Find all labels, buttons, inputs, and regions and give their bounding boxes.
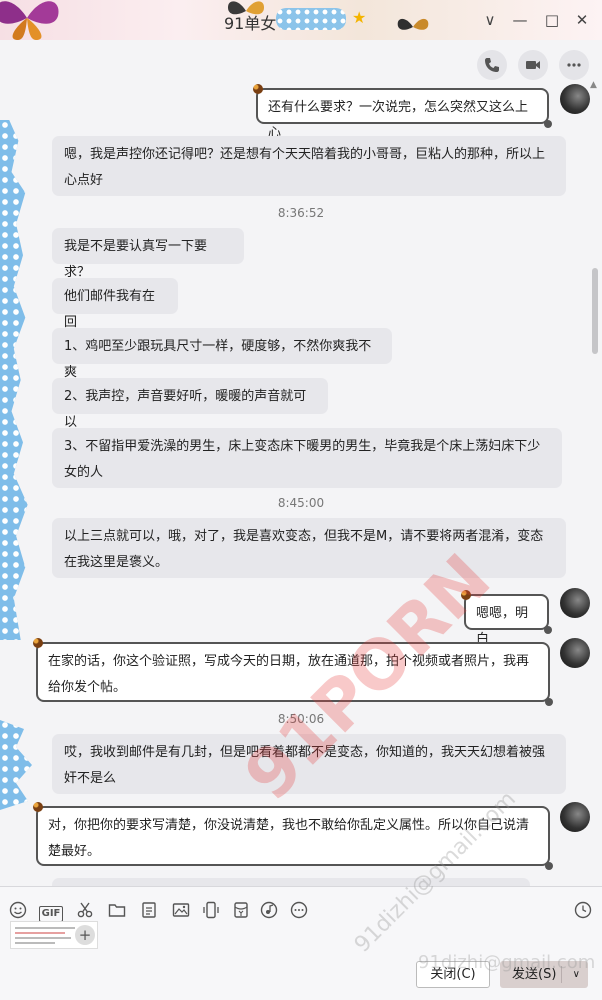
message-bubble-received: 3、不留指甲爱洗澡的男生，床上变态床下暖男的男生，毕竟我是个床上荡妇床下少女的人 [52,428,562,488]
message-bubble-partial [52,878,530,886]
folder-icon [108,904,126,917]
screenshot-scissors-icon [77,902,93,918]
contact-avatar-decoration [0,120,28,640]
video-call-button[interactable] [518,50,548,80]
phone-call-icon [485,58,499,72]
video-call-icon [526,61,540,69]
message-bubble-received: 我是不是要认真写一下要求？ [52,228,244,280]
emoji-button[interactable] [7,900,29,922]
self-avatar[interactable] [560,638,590,668]
message-bubble-sent: 在家的话，你这个验证照，写成今天的日期，放在通道那，拍个视频或者照片，我再给你发… [33,638,553,706]
collapse-button[interactable]: ∨ [478,8,502,32]
screenshot-button[interactable] [74,900,96,922]
watermark-email: 91dizhi@gmail.com [418,952,596,973]
self-avatar[interactable] [560,84,590,114]
message-bubble-received: 嗯，我是声控你还记得吧？还是想有个天天陪着我的小哥哥，巨粘人的那种，所以上心点好 [52,136,566,196]
more-circle-icon [290,901,308,919]
timestamp: 8:36:52 [277,206,325,220]
timestamp: 8:45:00 [277,496,325,510]
clock-icon [574,901,592,919]
self-avatar[interactable] [560,588,590,618]
scrollbar-thumb[interactable] [592,268,598,354]
message-bubble-received: 他们邮件我有在回 [52,278,178,330]
phone-call-button[interactable] [477,50,507,80]
maximize-button[interactable]: □ [540,8,564,32]
self-avatar[interactable] [560,802,590,832]
phone-screen-button[interactable] [200,900,222,922]
gif-button[interactable]: GIF [38,900,64,922]
music-button[interactable] [258,900,280,922]
title-bar[interactable]: 91单女 ★ ∨ — □ ✕ [0,0,602,40]
more-button[interactable] [559,50,589,80]
chat-window: 91单女 ★ ∨ — □ ✕ ▲ 还有什么要求？一次说完，怎么突然又这么上心 嗯… [0,0,602,1000]
emoji-icon [9,901,27,919]
message-bubble-received: 2、我声控，声音要好听，暖暖的声音就可以 [52,378,328,430]
message-bubble-received: 1、鸡吧至少跟玩具尺寸一样，硬度够，不然你爽我不爽 [52,328,392,380]
close-window-button[interactable]: ✕ [570,8,594,32]
file-button[interactable] [106,900,128,922]
image-button[interactable] [170,900,192,922]
gif-icon: GIF [38,906,64,922]
minimize-button[interactable]: — [508,8,532,32]
music-icon [260,901,278,919]
message-bubble-received: 以上三点就可以，哦，对了，我是喜欢变态，但我不是M，请不要将两者混淆，变态在我这… [52,518,566,578]
scroll-up-icon[interactable]: ▲ [590,80,597,90]
star-icon[interactable]: ★ [352,8,366,27]
doc-icon [142,902,156,918]
redacted-name-mask [276,8,346,30]
image-attachment-thumbnail[interactable]: + [10,921,98,949]
contact-avatar-decoration [0,720,32,810]
window-title: 91单女 [224,14,277,33]
butterfly-decoration-icon [397,18,429,30]
doc-button[interactable] [138,900,160,922]
history-button[interactable] [572,900,594,922]
more-tools-button[interactable] [288,900,310,922]
red-packet-icon [234,902,248,918]
red-packet-button[interactable] [230,900,252,922]
more-icon [567,63,581,67]
phone-screen-icon [203,901,219,919]
zoom-in-icon[interactable]: + [75,925,95,945]
image-icon [172,903,190,917]
message-bubble-sent: 还有什么要求？一次说完，怎么突然又这么上心 [253,84,552,141]
butterfly-decoration-icon [0,1,59,40]
